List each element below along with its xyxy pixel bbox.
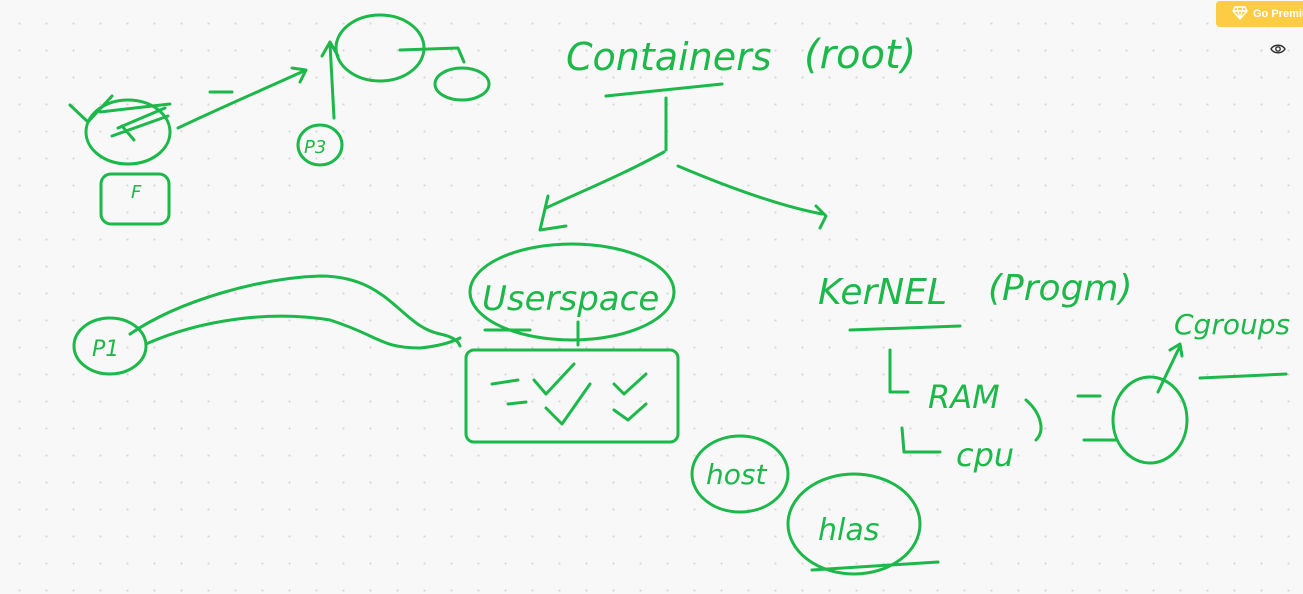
f-label: F (131, 182, 142, 203)
checklist-box (464, 348, 680, 444)
eye-icon (1270, 40, 1286, 59)
userspace-group: Userspace (464, 242, 680, 444)
process-sketch: F P3 (68, 13, 491, 226)
p1-label: P1 (92, 337, 119, 362)
go-premium-label: Go Premium (1253, 8, 1303, 20)
userspace-label: Userspace (482, 279, 659, 319)
connector-lines (1076, 394, 1118, 442)
cpu-label: cpu (956, 436, 1014, 474)
arrow-to-p3 (176, 66, 308, 130)
containers-label: Containers (566, 35, 772, 79)
go-premium-button[interactable]: Go Premium (1216, 1, 1303, 27)
brace-mark (1024, 398, 1043, 442)
p3-label: P3 (304, 137, 326, 158)
host-label: host (706, 458, 767, 491)
curved-band (128, 274, 462, 350)
kernel-group: KerNEL (Progm) RAM cpu Cgroups (818, 268, 1290, 474)
hlas-label: hlas (818, 513, 879, 548)
ram-label: RAM (928, 378, 1000, 416)
hlas-underline (810, 560, 940, 572)
view-toggle-button[interactable] (1268, 40, 1288, 58)
right-branch (676, 164, 828, 230)
whiteboard-canvas[interactable]: F P3 Containers (root) Userspace P1 KerN… (0, 0, 1303, 594)
diamond-icon (1232, 5, 1248, 23)
cgroups-underline (1198, 372, 1288, 380)
kernel-label: KerNEL (818, 272, 947, 313)
cgroups-label: Cgroups (1174, 308, 1290, 341)
host-group: host hlas (690, 434, 940, 576)
p1-group: P1 (72, 274, 462, 376)
large-circle (334, 13, 426, 83)
kernel-underline (848, 324, 962, 332)
cpu-bracket (900, 426, 942, 454)
small-circle (433, 66, 491, 102)
cgroups-circle (1111, 375, 1189, 465)
root-label: (root) (804, 32, 916, 78)
checklist-marks (490, 362, 648, 426)
right-arrow (398, 46, 466, 64)
left-branch (538, 150, 666, 232)
ram-bracket (888, 348, 910, 394)
containers-tree: Containers (root) (538, 32, 916, 232)
containers-underline (604, 82, 724, 98)
program-label: (Progm) (988, 268, 1133, 309)
